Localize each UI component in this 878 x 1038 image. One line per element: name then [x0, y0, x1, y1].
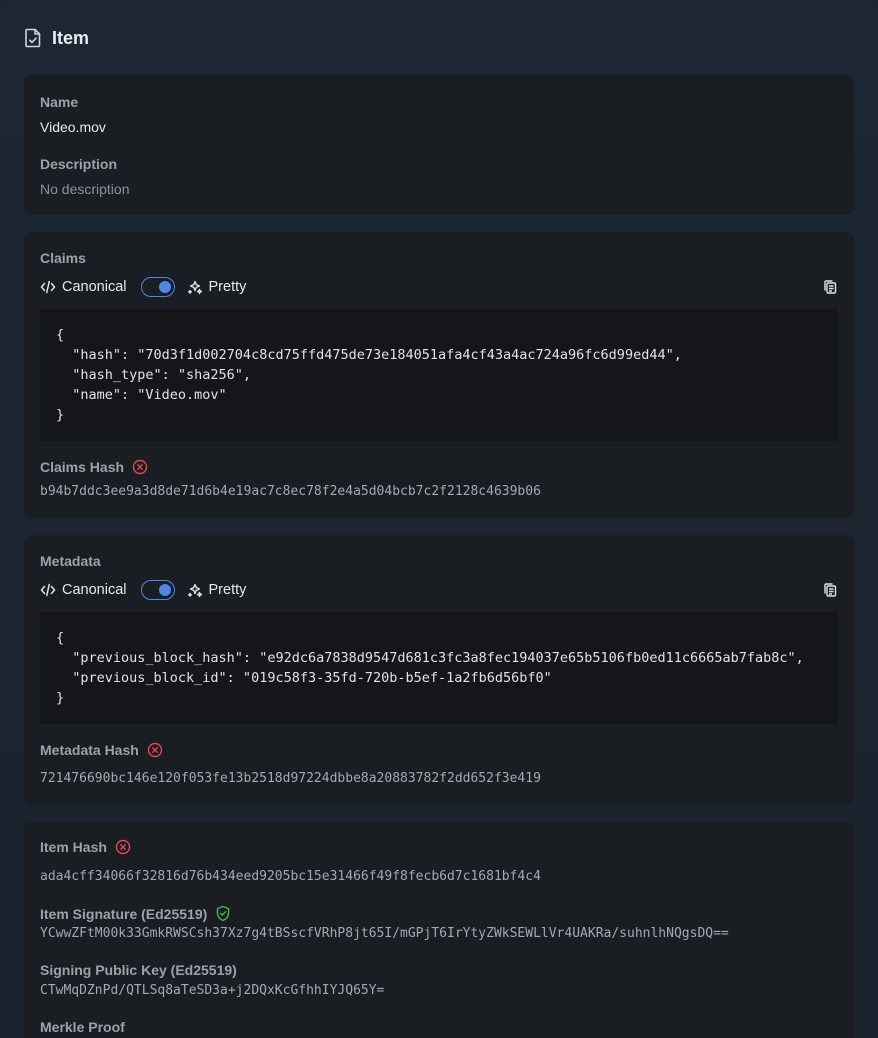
- public-key-value: CTwMqDZnPd/QTLSq8aTeSD3a+j2DQxKcGfhhIYJQ…: [40, 983, 385, 998]
- code-icon: [40, 280, 56, 294]
- claims-pretty-label: Pretty: [208, 279, 247, 295]
- name-label: Name: [40, 94, 79, 110]
- metadata-canonical-label: Canonical: [62, 582, 127, 598]
- page-title: Item: [52, 27, 90, 48]
- switch-knob: [158, 584, 171, 596]
- shield-check-icon: [215, 905, 231, 922]
- code-icon: [40, 583, 56, 597]
- metadata-hash-header: Metadata Hash: [40, 742, 163, 758]
- claims-pretty-option[interactable]: Pretty: [187, 279, 247, 295]
- switch-knob: [158, 281, 171, 293]
- metadata-json-block: { "previous_block_hash": "e92dc6a7838d95…: [40, 612, 838, 724]
- merkle-proof-label: Merkle Proof: [40, 1019, 125, 1035]
- sparkles-icon: [187, 279, 203, 295]
- claims-hash-label: Claims Hash: [40, 459, 125, 475]
- public-key-label: Signing Public Key (Ed25519): [40, 962, 237, 978]
- metadata-copy-icon[interactable]: [822, 582, 838, 598]
- item-hash-value: ada4cff34066f32816d76b434eed9205bc15e314…: [40, 869, 541, 884]
- claims-hash-header: Claims Hash: [40, 459, 148, 475]
- metadata-hash-label: Metadata Hash: [40, 742, 139, 758]
- file-check-icon: [24, 28, 42, 48]
- description-label: Description: [40, 156, 118, 172]
- claims-format-toggle-row: Canonical Pretty: [40, 276, 838, 298]
- metadata-json-text: { "previous_block_hash": "e92dc6a7838d95…: [56, 630, 804, 706]
- item-signature-header: Item Signature (Ed25519): [40, 905, 231, 922]
- item-hash-label: Item Hash: [40, 839, 107, 855]
- metadata-canonical-option[interactable]: Canonical: [40, 582, 127, 598]
- name-value: Video.mov: [40, 119, 106, 135]
- claims-card: Claims Canonical Pretty {"hash": "70d3f…: [24, 232, 854, 518]
- x-circle-icon: [132, 459, 148, 475]
- item-hash-header: Item Hash: [40, 839, 131, 855]
- info-card: Name Video.mov Description No descriptio…: [24, 75, 854, 215]
- claims-hash-value: b94b7ddc3ee9a3d8de71d6b4e19ac7c8ec78f2e4…: [40, 484, 541, 499]
- item-panel: Item Name Video.mov Description No descr…: [0, 0, 878, 1038]
- claims-canonical-label: Canonical: [62, 279, 127, 295]
- item-signature-label: Item Signature (Ed25519): [40, 905, 208, 922]
- claims-json-text: { "hash": "70d3f1d002704c8cd75ffd475de73…: [56, 327, 682, 423]
- claims-json-block: { "hash": "70d3f1d002704c8cd75ffd475de73…: [40, 309, 838, 441]
- metadata-format-toggle-row: Canonical Pretty: [40, 579, 838, 601]
- claims-copy-icon[interactable]: [822, 279, 838, 295]
- claims-section-label: Claims: [40, 250, 86, 266]
- metadata-section-label: Metadata: [40, 553, 101, 569]
- metadata-pretty-option[interactable]: Pretty: [187, 582, 247, 598]
- metadata-pretty-label: Pretty: [208, 582, 247, 598]
- item-card: Item Hash ada4cff34066f32816d76b434eed92…: [24, 822, 854, 1038]
- metadata-card: Metadata Canonical Pretty {"previous_bl…: [24, 535, 854, 805]
- item-signature-value: YCwwZFtM00k33GmkRWSCsh37Xz7g4tBSscfVRhP8…: [40, 926, 729, 941]
- page-header: Item: [24, 26, 89, 50]
- claims-format-switch[interactable]: [140, 277, 175, 297]
- claims-canonical-option[interactable]: Canonical: [40, 279, 127, 295]
- metadata-hash-value: 721476690bc146e120f053fe13b2518d97224dbb…: [40, 771, 541, 786]
- metadata-format-switch[interactable]: [140, 580, 175, 600]
- x-circle-icon: [115, 839, 131, 855]
- x-circle-icon: [147, 742, 163, 758]
- sparkles-icon: [187, 582, 203, 598]
- description-value: No description: [40, 181, 130, 197]
